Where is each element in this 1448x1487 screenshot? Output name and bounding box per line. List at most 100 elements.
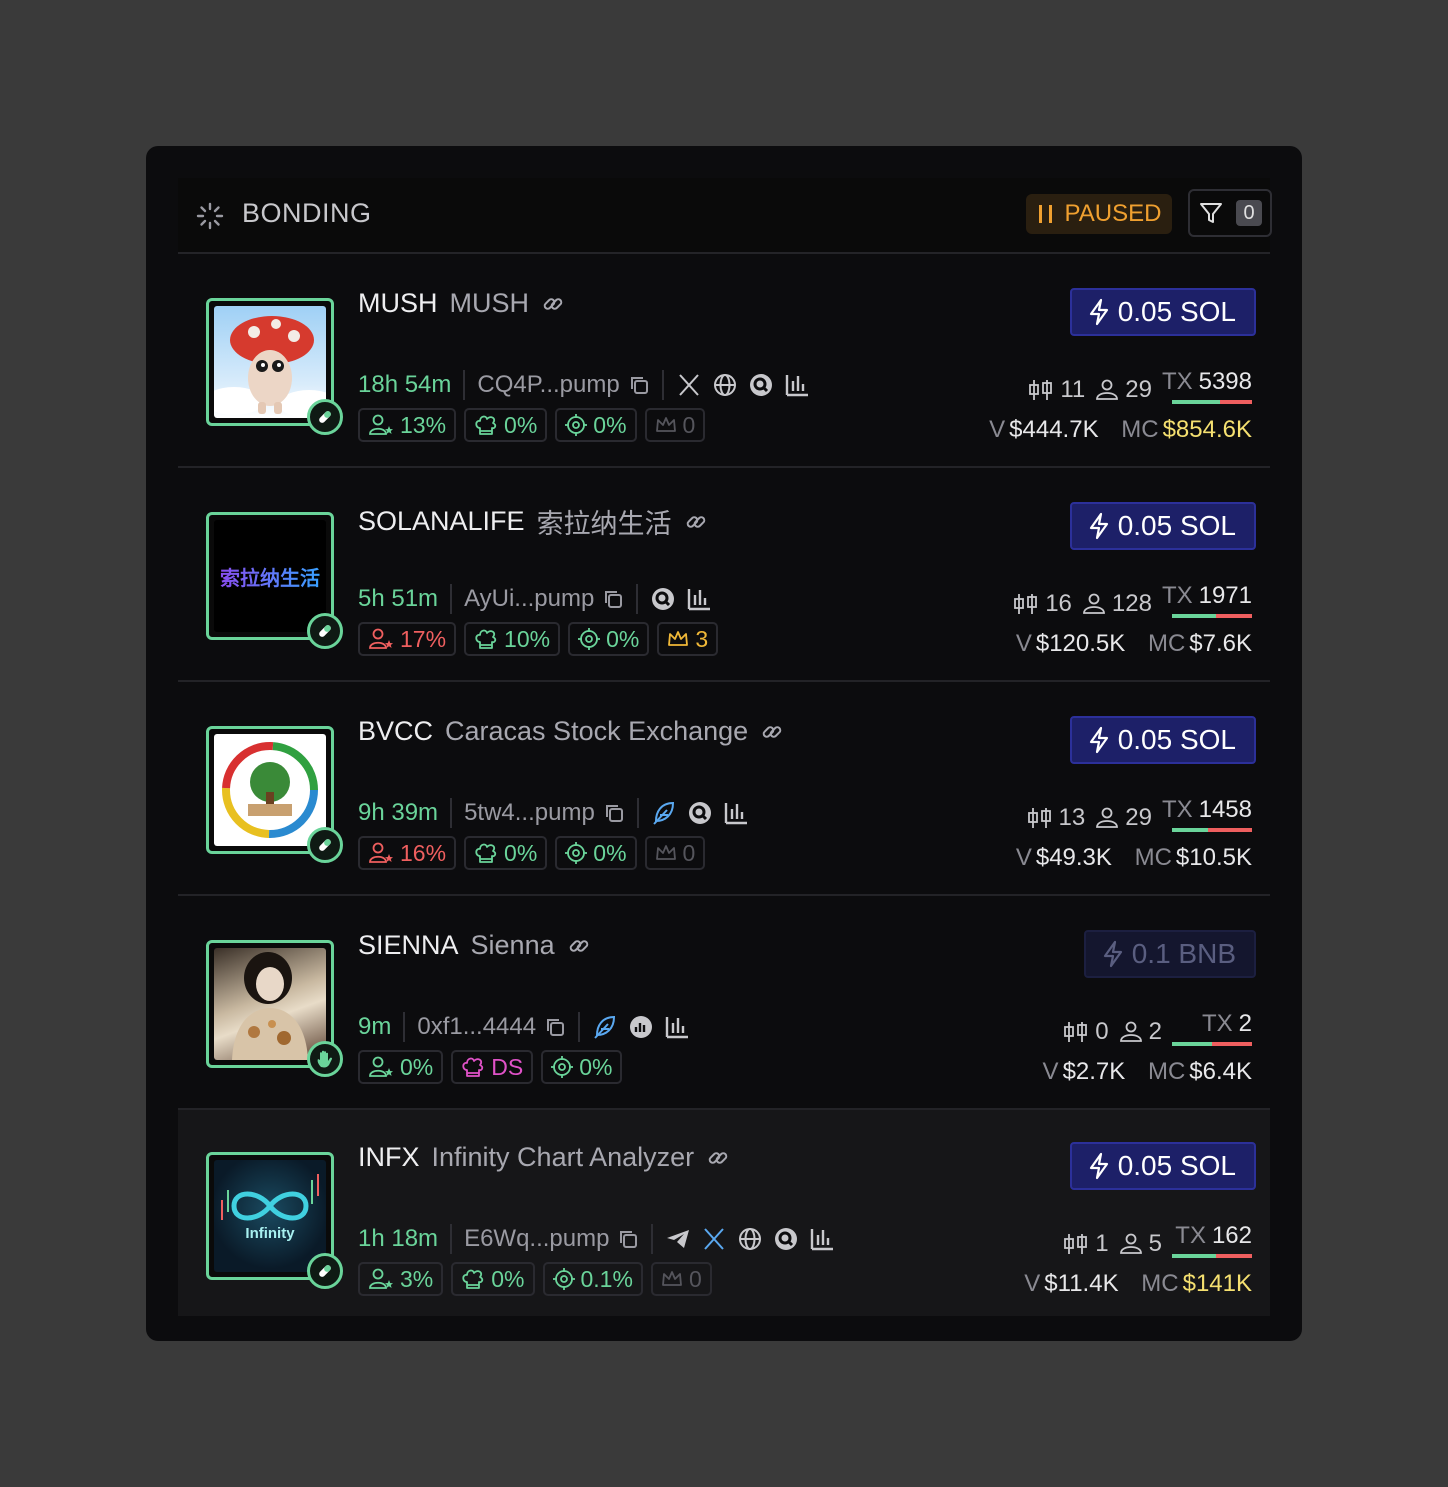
sniper-pill[interactable]: 0%	[541, 1050, 623, 1084]
market-cap-value: $7.6K	[1189, 630, 1252, 657]
x-icon[interactable]	[701, 1226, 727, 1252]
token-ticker: BVCC	[358, 716, 434, 746]
trades-stat: 1	[1063, 1230, 1109, 1258]
trades-stat: 11	[1028, 376, 1085, 404]
sniper-pill[interactable]: 0%	[568, 622, 650, 656]
target-icon	[565, 414, 588, 436]
globe-icon[interactable]	[737, 1226, 763, 1252]
user-icon	[1082, 593, 1105, 614]
avatar-text: 索拉纳生活	[220, 562, 320, 591]
token-row[interactable]: 索拉纳生活 SOLANALIFE 索拉纳生活 5h 51m AyUi...pum…	[178, 470, 1270, 682]
x-icon[interactable]	[676, 372, 702, 398]
buy-sell-bar	[1172, 614, 1252, 618]
token-row[interactable]: Infinity INFX Infinity Chart Analyzer 1h…	[178, 1110, 1270, 1316]
token-avatar[interactable]: 索拉纳生活	[206, 512, 343, 649]
link-icon[interactable]	[684, 510, 708, 534]
token-row[interactable]: SIENNA Sienna 9m 0xf1...4444 0% DS 0% 0.…	[178, 898, 1270, 1110]
top-holders-pill[interactable]: 0%	[358, 1050, 444, 1084]
spinner-icon	[196, 202, 224, 230]
chart-icon[interactable]	[809, 1226, 835, 1252]
holders-stat: 29	[1095, 804, 1152, 832]
pause-icon	[1038, 205, 1052, 223]
token-avatar[interactable]: Infinity	[206, 1152, 343, 1289]
globe-icon[interactable]	[712, 372, 738, 398]
link-icon[interactable]	[567, 934, 591, 958]
chart-icon[interactable]	[686, 586, 712, 612]
dev-holding-pill[interactable]: 0%	[464, 408, 548, 442]
token-address: 0xf1...4444	[417, 1013, 537, 1040]
target-icon	[551, 1056, 574, 1078]
token-avatar[interactable]	[206, 298, 343, 435]
pie-icon[interactable]	[628, 1014, 654, 1040]
volume-value: $49.3K	[1035, 844, 1112, 871]
copy-icon[interactable]	[544, 1016, 566, 1038]
crown-pill[interactable]: 0	[650, 1262, 712, 1296]
quick-buy-button[interactable]: 0.05 SOL	[1069, 1142, 1256, 1190]
top-holders-pill[interactable]: 3%	[358, 1262, 444, 1296]
token-avatar[interactable]	[206, 726, 343, 863]
top-holders-pill[interactable]: 13%	[358, 408, 457, 442]
link-icon[interactable]	[541, 292, 565, 316]
panel-header: BONDING PAUSED 0	[178, 178, 1272, 254]
chart-icon[interactable]	[664, 1014, 690, 1040]
token-avatar[interactable]	[206, 940, 343, 1077]
quick-buy-button[interactable]: 0.05 SOL	[1069, 288, 1256, 336]
token-ticker: INFX	[358, 1142, 420, 1172]
target-icon	[565, 842, 588, 864]
crown-pill[interactable]: 3	[657, 622, 719, 656]
copy-icon[interactable]	[617, 1228, 639, 1250]
feather-icon[interactable]	[592, 1014, 618, 1040]
sniper-pill[interactable]: 0.1%	[542, 1262, 643, 1296]
crown-icon	[662, 1271, 682, 1286]
token-address: CQ4P...pump	[477, 371, 620, 398]
crown-pill[interactable]: 0	[644, 408, 706, 442]
quick-buy-button[interactable]: 0.1 BNB	[1083, 930, 1256, 978]
lightning-icon	[1089, 726, 1108, 754]
buy-sell-bar	[1172, 1254, 1252, 1258]
link-icon[interactable]	[760, 720, 784, 744]
crown-pill[interactable]: 0	[644, 836, 706, 870]
sniper-pill[interactable]: 0%	[555, 836, 637, 870]
top-holders-pill[interactable]: 16%	[358, 836, 457, 870]
copy-icon[interactable]	[603, 802, 625, 824]
copy-icon[interactable]	[602, 588, 624, 610]
market-cap-value: $854.6K	[1162, 416, 1252, 443]
quick-buy-button[interactable]: 0.05 SOL	[1069, 502, 1256, 550]
volume-value: $444.7K	[1009, 416, 1099, 443]
telegram-icon[interactable]	[665, 1226, 691, 1252]
search-icon[interactable]	[748, 372, 774, 398]
search-icon[interactable]	[773, 1226, 799, 1252]
dev-holding-pill[interactable]: DS	[451, 1050, 534, 1084]
pill-icon	[307, 399, 343, 435]
dev-holding-pill[interactable]: 0%	[451, 1262, 535, 1296]
link-icon[interactable]	[706, 1146, 730, 1170]
chef-hat-icon	[475, 629, 497, 649]
chart-icon[interactable]	[723, 800, 749, 826]
feather-icon[interactable]	[651, 800, 677, 826]
token-row[interactable]: MUSH MUSH 18h 54m CQ4P...pump 13% 0% 0% …	[178, 256, 1270, 468]
search-icon[interactable]	[650, 586, 676, 612]
pill-icon	[307, 827, 343, 863]
token-ticker: MUSH	[358, 288, 438, 318]
dev-holding-pill[interactable]: 0%	[464, 836, 548, 870]
top-holders-pill[interactable]: 17%	[358, 622, 457, 656]
crown-icon	[655, 845, 676, 860]
crown-icon	[668, 631, 689, 646]
quick-buy-button[interactable]: 0.05 SOL	[1069, 716, 1256, 764]
holders-star-icon	[369, 1056, 393, 1077]
paused-button[interactable]: PAUSED	[1026, 194, 1172, 234]
trades-stat: 13	[1027, 804, 1085, 832]
dev-holding-pill[interactable]: 10%	[464, 622, 561, 656]
chart-icon[interactable]	[784, 372, 810, 398]
token-age: 18h 54m	[358, 371, 452, 398]
filter-count: 0	[1236, 200, 1262, 226]
token-row[interactable]: BVCC Caracas Stock Exchange 9h 39m 5tw4.…	[178, 684, 1270, 896]
filter-button[interactable]: 0	[1188, 189, 1272, 237]
token-ticker: SIENNA	[358, 930, 459, 960]
market-cap-value: $141K	[1182, 1270, 1252, 1297]
volume-value: $2.7K	[1062, 1058, 1126, 1085]
candles-icon	[1064, 1022, 1088, 1042]
search-icon[interactable]	[687, 800, 713, 826]
sniper-pill[interactable]: 0%	[555, 408, 637, 442]
copy-icon[interactable]	[628, 374, 650, 396]
